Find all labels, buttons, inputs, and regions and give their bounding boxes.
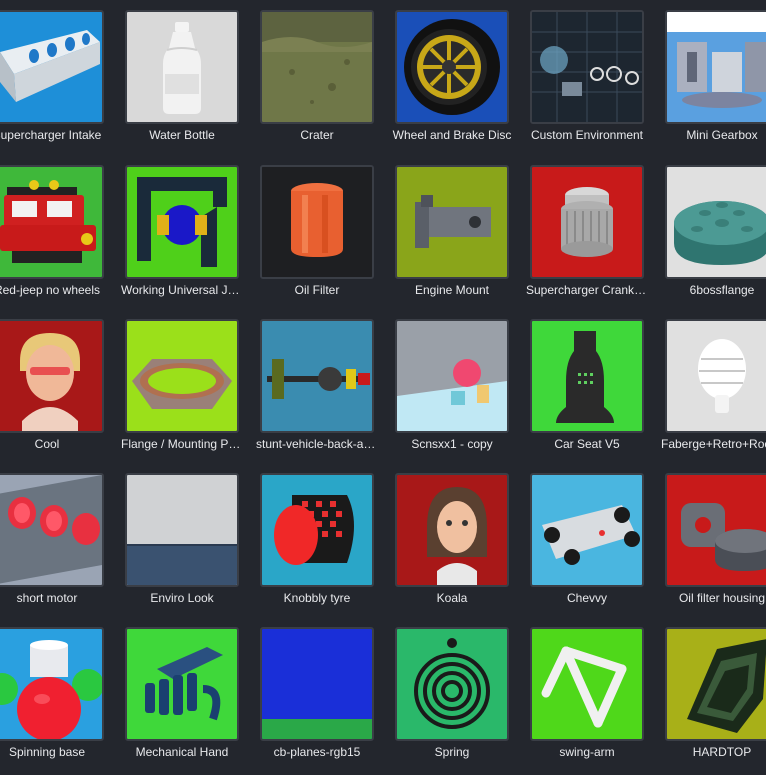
- knobbly-tyre-thumbnail[interactable]: [260, 473, 374, 587]
- model-title[interactable]: Flange / Mounting Plate: [121, 437, 243, 451]
- model-card-stunt-axle[interactable]: stunt-vehicle-back-axle: [256, 319, 378, 467]
- hardtop-thumbnail[interactable]: [665, 627, 766, 741]
- model-card-wheel-brake-disc[interactable]: Wheel and Brake Disc: [393, 10, 511, 158]
- engine-block-thumbnail[interactable]: [0, 473, 104, 587]
- model-title[interactable]: Cool: [0, 437, 108, 451]
- boss-flange-thumbnail[interactable]: [665, 165, 766, 279]
- oil-filter-thumbnail[interactable]: [260, 165, 374, 279]
- model-card-6bossflange[interactable]: 6bossflange: [665, 165, 766, 313]
- model-title[interactable]: Faberge+Retro+Rocket: [661, 437, 766, 451]
- model-title[interactable]: HARDTOP: [661, 745, 766, 759]
- model-title[interactable]: Knobbly tyre: [256, 591, 378, 605]
- oil-filter-housing-thumbnail[interactable]: [665, 473, 766, 587]
- model-card-crater[interactable]: Crater: [260, 10, 374, 158]
- wheel-thumbnail[interactable]: [395, 10, 509, 124]
- model-card-custom-environment[interactable]: Custom Environment: [530, 10, 644, 158]
- model-title[interactable]: Enviro Look: [121, 591, 243, 605]
- flange-plate-thumbnail[interactable]: [125, 319, 239, 433]
- faberge-egg-thumbnail[interactable]: [665, 319, 766, 433]
- swing-arm-thumbnail[interactable]: [530, 627, 644, 741]
- model-card-spinning-base[interactable]: Spinning base: [0, 627, 104, 775]
- model-title[interactable]: Wheel and Brake Disc: [391, 128, 513, 142]
- model-title[interactable]: Scnsxx1 - copy: [391, 437, 513, 451]
- model-card-enviro-look[interactable]: Enviro Look: [125, 473, 239, 621]
- model-card-mini-gearbox[interactable]: Mini Gearbox: [665, 10, 766, 158]
- model-card-cool[interactable]: Cool: [0, 319, 104, 467]
- model-title[interactable]: Supercharger Crankshaft: [526, 283, 648, 297]
- model-card-short-motor[interactable]: short motor: [0, 473, 104, 621]
- engine-mount-thumbnail[interactable]: [395, 165, 509, 279]
- model-title[interactable]: Oil filter housing: [661, 591, 766, 605]
- model-card-supercharger-crank[interactable]: Supercharger Crankshaft: [526, 165, 648, 313]
- chevvy-chassis-thumbnail[interactable]: [530, 473, 644, 587]
- enviro-look-thumbnail[interactable]: [125, 473, 239, 587]
- avatar-koala-thumbnail[interactable]: [395, 473, 509, 587]
- model-title[interactable]: swing-arm: [526, 745, 648, 759]
- model-card-oil-filter[interactable]: Oil Filter: [260, 165, 374, 313]
- spinning-base-thumbnail[interactable]: [0, 627, 104, 741]
- model-title[interactable]: Oil Filter: [256, 283, 378, 297]
- model-title[interactable]: short motor: [0, 591, 108, 605]
- water-bottle-thumbnail[interactable]: [125, 10, 239, 124]
- model-card-oil-filter-housing[interactable]: Oil filter housing: [665, 473, 766, 621]
- model-gallery: Supercharger Intake Water Bottle Crater …: [0, 10, 766, 770]
- model-title[interactable]: Koala: [391, 591, 513, 605]
- model-card-car-seat[interactable]: Car Seat V5: [530, 319, 644, 467]
- model-title[interactable]: Working Universal Joint: [121, 283, 243, 297]
- model-card-red-jeep[interactable]: Red-jeep no wheels: [0, 165, 104, 313]
- model-card-chevvy[interactable]: Chevvy: [530, 473, 644, 621]
- model-card-mechanical-hand[interactable]: Mechanical Hand: [125, 627, 239, 775]
- supercharger-intake-thumbnail[interactable]: [0, 10, 104, 124]
- model-title[interactable]: cb-planes-rgb15: [256, 745, 378, 759]
- custom-environment-thumbnail[interactable]: [530, 10, 644, 124]
- model-title[interactable]: Spinning base: [0, 745, 108, 759]
- mini-gearbox-thumbnail[interactable]: [665, 10, 766, 124]
- model-card-hardtop[interactable]: HARDTOP: [665, 627, 766, 775]
- model-card-spring[interactable]: Spring: [395, 627, 509, 775]
- model-title[interactable]: Car Seat V5: [526, 437, 648, 451]
- scene-shapes-thumbnail[interactable]: [395, 319, 509, 433]
- model-card-knobbly-tyre[interactable]: Knobbly tyre: [260, 473, 374, 621]
- mechanical-hand-thumbnail[interactable]: [125, 627, 239, 741]
- supercharger-crank-thumbnail[interactable]: [530, 165, 644, 279]
- model-title[interactable]: Water Bottle: [121, 128, 243, 142]
- model-card-scnsxx1[interactable]: Scnsxx1 - copy: [395, 319, 509, 467]
- model-card-faberge[interactable]: Faberge+Retro+Rocket: [661, 319, 766, 467]
- model-card-water-bottle[interactable]: Water Bottle: [125, 10, 239, 158]
- avatar-cool-thumbnail[interactable]: [0, 319, 104, 433]
- model-card-universal-joint[interactable]: Working Universal Joint: [121, 165, 243, 313]
- spring-thumbnail[interactable]: [395, 627, 509, 741]
- model-title[interactable]: 6bossflange: [661, 283, 766, 297]
- model-title[interactable]: Supercharger Intake: [0, 128, 108, 142]
- universal-joint-thumbnail[interactable]: [125, 165, 239, 279]
- model-card-cb-planes[interactable]: cb-planes-rgb15: [260, 627, 374, 775]
- planes-thumbnail[interactable]: [260, 627, 374, 741]
- model-title[interactable]: Red-jeep no wheels: [0, 283, 108, 297]
- model-title[interactable]: Custom Environment: [526, 128, 648, 142]
- model-card-supercharger-intake[interactable]: Supercharger Intake: [0, 10, 104, 158]
- model-title[interactable]: Engine Mount: [391, 283, 513, 297]
- model-card-flange-plate[interactable]: Flange / Mounting Plate: [121, 319, 243, 467]
- axle-thumbnail[interactable]: [260, 319, 374, 433]
- model-title[interactable]: Mini Gearbox: [661, 128, 766, 142]
- crater-thumbnail[interactable]: [260, 10, 374, 124]
- model-title[interactable]: Chevvy: [526, 591, 648, 605]
- model-card-swing-arm[interactable]: swing-arm: [530, 627, 644, 775]
- model-title[interactable]: Mechanical Hand: [121, 745, 243, 759]
- model-card-engine-mount[interactable]: Engine Mount: [395, 165, 509, 313]
- jeep-thumbnail[interactable]: [0, 165, 104, 279]
- model-title[interactable]: Spring: [391, 745, 513, 759]
- model-title[interactable]: stunt-vehicle-back-axle: [256, 437, 378, 451]
- model-title[interactable]: Crater: [256, 128, 378, 142]
- model-card-koala[interactable]: Koala: [395, 473, 509, 621]
- car-seat-thumbnail[interactable]: [530, 319, 644, 433]
